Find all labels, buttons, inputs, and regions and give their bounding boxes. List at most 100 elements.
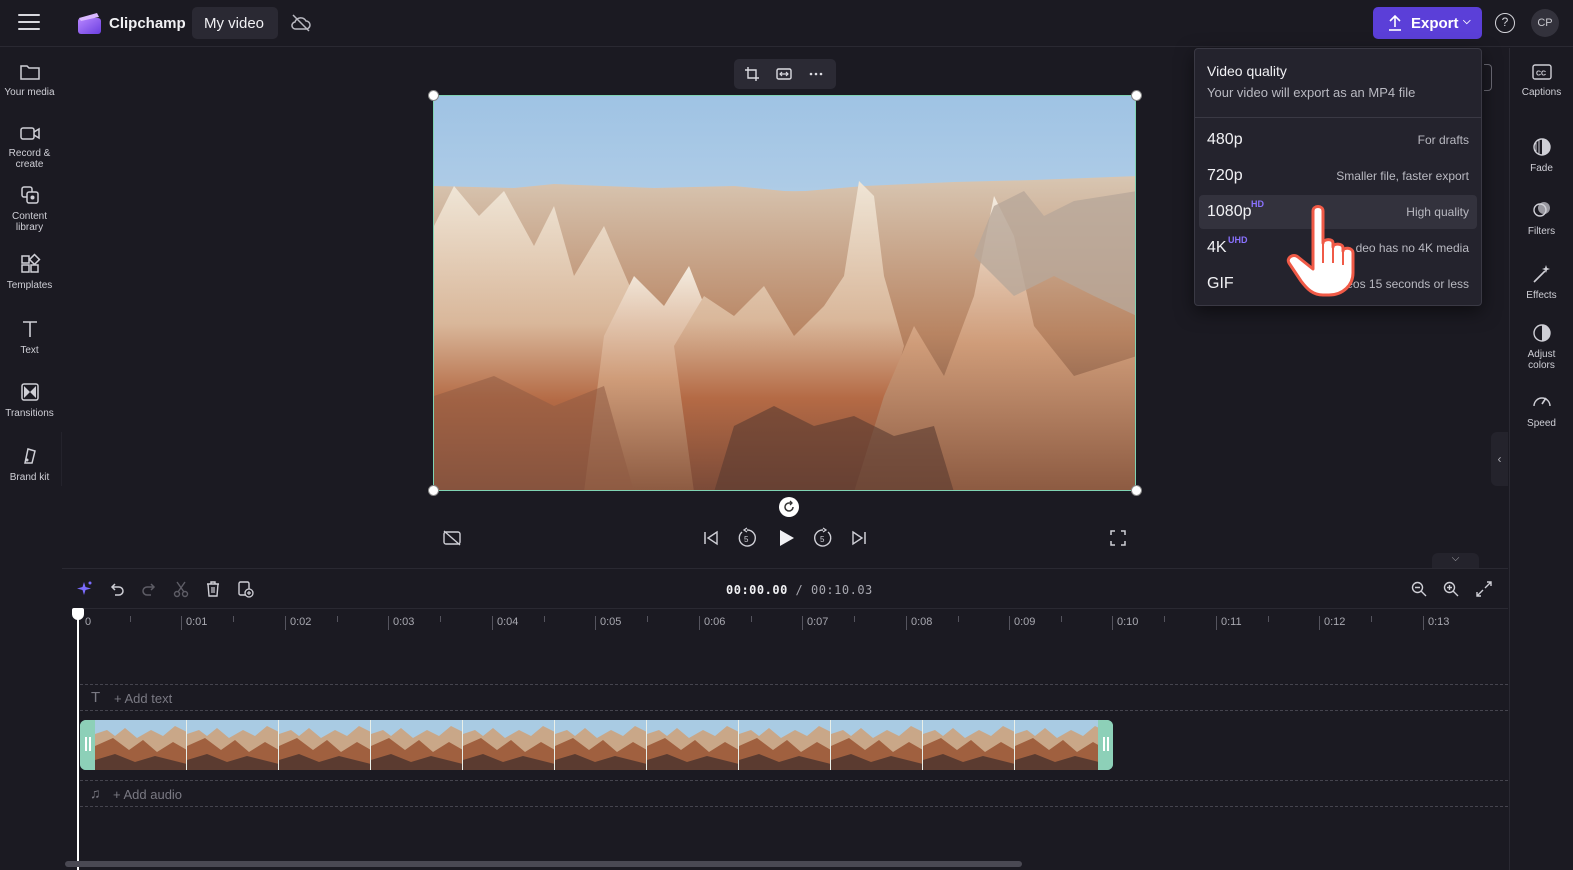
effects-icon (1532, 265, 1550, 283)
sidebar-item-filters[interactable]: Filters (1510, 199, 1573, 237)
menu-icon[interactable] (18, 14, 40, 32)
undo-icon[interactable] (108, 580, 126, 598)
quality-option-480p[interactable]: 480p For drafts (1199, 123, 1477, 157)
menu-subtitle: Your video will export as an MP4 file (1207, 85, 1416, 100)
divider (1195, 117, 1481, 118)
clip-trim-handle-left[interactable] (80, 720, 95, 770)
ruler-tick (751, 616, 752, 622)
option-name: GIF (1207, 275, 1234, 292)
skip-to-start-icon[interactable] (702, 529, 720, 547)
help-icon[interactable]: ? (1495, 13, 1515, 33)
sidebar-item-transitions[interactable]: Transitions (0, 381, 59, 419)
option-description: deo has no 4K media (1355, 241, 1469, 255)
crop-icon[interactable] (744, 66, 760, 82)
sidebar-item-captions[interactable]: CC Captions (1510, 62, 1573, 98)
option-name: 1080p (1207, 203, 1252, 220)
option-description: Smaller file, faster export (1336, 169, 1469, 183)
play-icon[interactable] (775, 527, 797, 549)
sidebar-item-adjust-colors[interactable]: Adjust colors (1510, 322, 1573, 371)
add-text-label[interactable]: + Add text (114, 691, 172, 706)
skip-to-end-icon[interactable] (850, 529, 868, 547)
menu-title: Video quality (1207, 63, 1287, 79)
add-audio-label[interactable]: + Add audio (113, 787, 182, 802)
sidebar-label: Content (11, 211, 48, 222)
fit-timeline-icon[interactable] (1475, 580, 1493, 598)
zoom-out-icon[interactable] (1410, 580, 1428, 598)
resize-handle-top-left[interactable] (428, 90, 439, 101)
clipchamp-logo (78, 13, 101, 34)
more-options-icon[interactable] (808, 66, 824, 82)
ruler-label: 0:06 (704, 616, 726, 628)
hidden-field-edge (1484, 64, 1492, 91)
pointer-hand-icon (1286, 205, 1355, 297)
audio-track[interactable]: ♫ + Add audio (80, 780, 1508, 807)
ruler-label: 0:10 (1117, 616, 1139, 628)
resize-handle-bottom-left[interactable] (428, 485, 439, 496)
text-track[interactable]: T + Add text (80, 684, 1508, 711)
sidebar-item-record-create[interactable]: Record & create (0, 123, 59, 170)
text-track-icon: T (91, 689, 101, 706)
ruler-tick (595, 616, 596, 630)
hide-preview-icon[interactable] (442, 529, 462, 547)
sidebar-label: Effects (1526, 290, 1557, 301)
ruler-tick (233, 616, 234, 622)
ruler-label: 0:03 (393, 616, 415, 628)
sidebar-label: Transitions (5, 408, 54, 419)
sidebar-item-speed[interactable]: Speed (1510, 391, 1573, 429)
video-title-field[interactable]: My video (192, 7, 278, 39)
ruler-label: 0:04 (497, 616, 519, 628)
video-preview[interactable] (433, 95, 1136, 491)
sidebar-item-your-media[interactable]: Your media (0, 62, 59, 98)
delete-icon[interactable] (204, 580, 222, 598)
ruler-tick (1216, 616, 1217, 630)
resize-handle-top-right[interactable] (1131, 90, 1142, 101)
sidebar-label: Filters (1527, 226, 1556, 237)
resize-handle-bottom-right[interactable] (1131, 485, 1142, 496)
export-label: Export (1411, 15, 1459, 32)
sidebar-item-text[interactable]: Text (0, 318, 59, 356)
playhead[interactable] (77, 613, 79, 870)
fullscreen-icon[interactable] (1109, 529, 1127, 547)
rewind-5-icon[interactable]: 5 (736, 527, 758, 549)
expand-right-panel-button[interactable]: ‹ (1491, 432, 1508, 486)
ruler-label: 0 (85, 616, 92, 628)
cloud-off-icon[interactable] (290, 13, 312, 33)
duplicate-icon[interactable] (236, 580, 254, 598)
sidebar-item-templates[interactable]: Templates (0, 253, 59, 291)
split-scissors-icon[interactable] (172, 580, 190, 598)
ruler-tick (802, 616, 803, 630)
sidebar-label: create (15, 159, 44, 170)
collapse-timeline-button[interactable]: ⌵ (1432, 553, 1479, 568)
sidebar-item-content-library[interactable]: Content library (0, 184, 59, 233)
redo-icon[interactable] (140, 580, 158, 598)
zoom-in-icon[interactable] (1442, 580, 1460, 598)
sidebar-label: Your media (4, 87, 55, 98)
right-sidebar: CC Captions Fade Filters Effects Adjust … (1509, 48, 1573, 870)
captions-icon: CC (1531, 64, 1552, 80)
transitions-icon (20, 383, 39, 401)
ruler-tick (130, 616, 131, 622)
sidebar-label: Text (20, 345, 39, 356)
forward-5-icon[interactable]: 5 (812, 527, 834, 549)
sidebar-label: Captions (1521, 87, 1562, 98)
rotate-handle[interactable] (779, 497, 799, 517)
ruler-label: 0:09 (1014, 616, 1036, 628)
ruler-tick (337, 616, 338, 622)
video-clip[interactable] (80, 720, 1113, 770)
ruler-label: 0:11 (1221, 616, 1242, 628)
sidebar-item-fade[interactable]: Fade (1510, 136, 1573, 174)
timeline-scrollbar[interactable] (65, 861, 1022, 867)
avatar[interactable]: CP (1531, 9, 1559, 37)
ruler-tick (906, 616, 907, 630)
sidebar-label: Adjust (1527, 349, 1556, 360)
magic-sparkle-icon[interactable] (76, 580, 94, 598)
playhead-handle[interactable] (72, 608, 84, 620)
quality-option-720p[interactable]: 720p Smaller file, faster export (1199, 159, 1477, 193)
export-button[interactable]: Export ⌵ (1373, 7, 1482, 39)
sidebar-item-effects[interactable]: Effects (1510, 263, 1573, 301)
fit-icon[interactable] (776, 66, 792, 82)
sidebar-item-brand-kit[interactable]: Brand kit (0, 445, 59, 483)
clip-trim-handle-right[interactable] (1098, 720, 1113, 770)
option-description: High quality (1406, 205, 1469, 219)
sidebar-label: colors (1528, 360, 1555, 371)
